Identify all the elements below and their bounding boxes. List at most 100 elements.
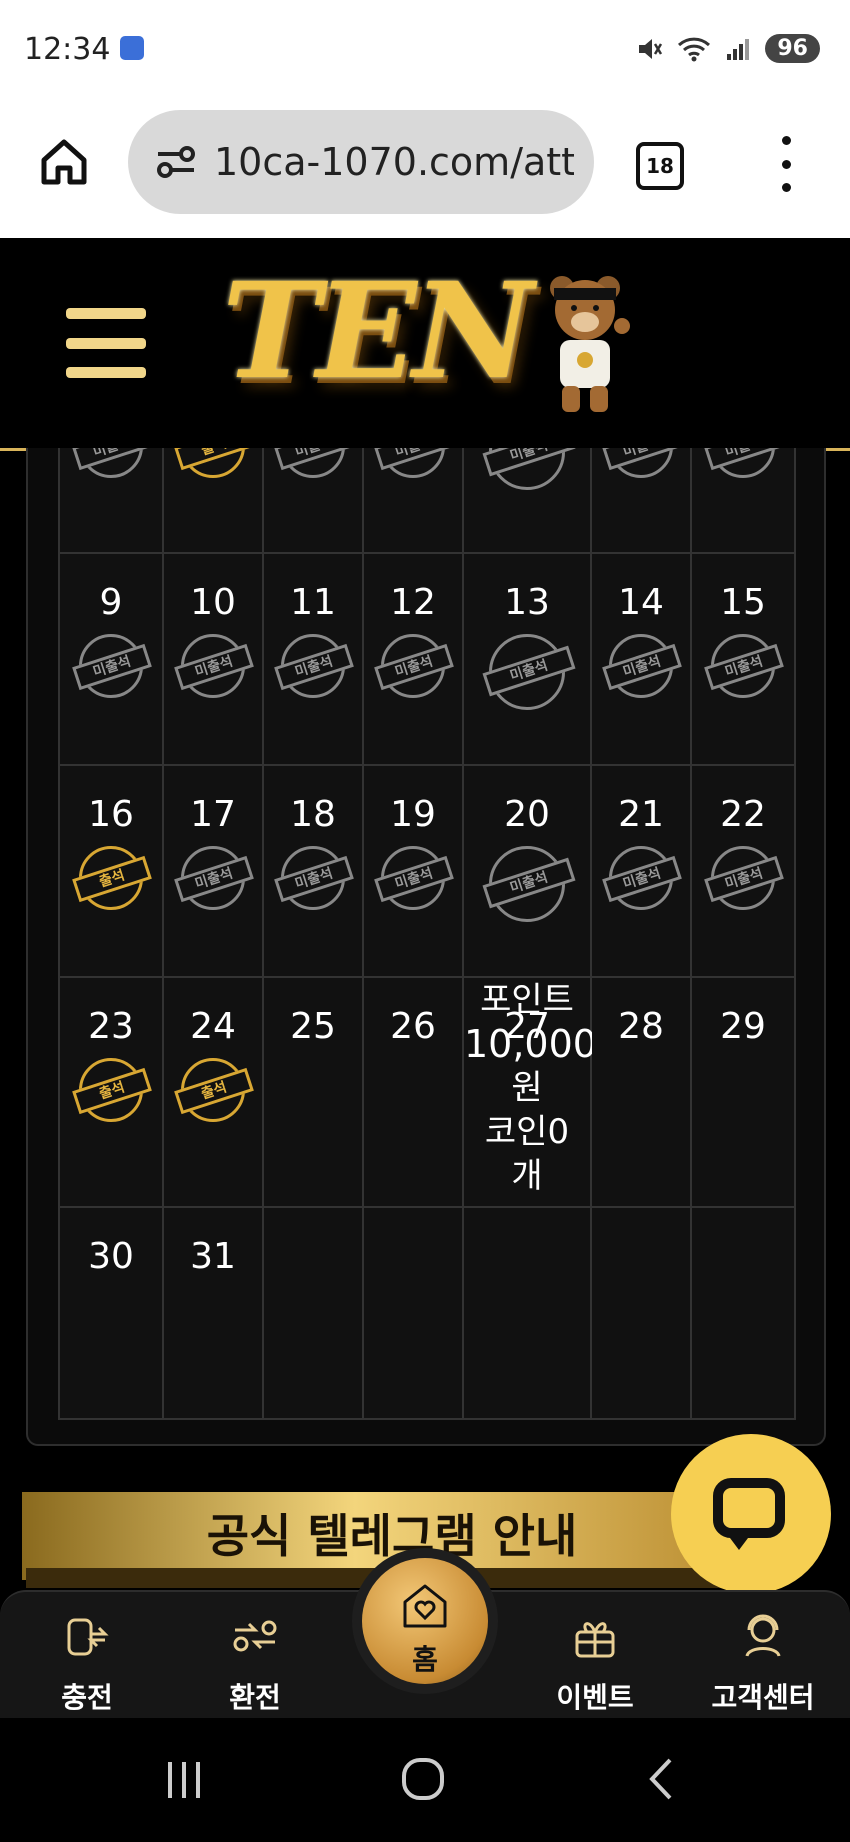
calendar-day-cell[interactable]: 14 미출석 (592, 554, 692, 766)
chat-button[interactable] (671, 1434, 831, 1594)
nav-deposit[interactable]: 충전 (12, 1592, 162, 1720)
day-number: 26 (390, 1006, 436, 1047)
day-number: 12 (390, 582, 436, 623)
calendar-day-cell: 미출석 (592, 448, 692, 554)
calendar-day-cell[interactable]: 22 미출석 (692, 766, 796, 978)
calendar-day-cell[interactable]: 21 미출석 (592, 766, 692, 978)
reward-line: 원 (511, 1068, 543, 1108)
tab-switcher-button[interactable]: 18 (636, 142, 684, 190)
site-settings-icon[interactable] (154, 142, 198, 182)
day-number: 24 (190, 1006, 236, 1047)
calendar-day-cell[interactable]: 28 (592, 978, 692, 1208)
stamp-label: 미출석 (602, 448, 682, 471)
site-logo[interactable]: TEN (222, 266, 533, 398)
withdraw-icon (233, 1620, 277, 1652)
stamp-label: 미출석 (704, 643, 784, 691)
absent-stamp-icon: 미출석 (72, 634, 152, 698)
day-number: 11 (290, 582, 336, 623)
calendar-day-cell[interactable]: 24 출석 (164, 978, 264, 1208)
calendar-day-cell: 미출석 (58, 448, 164, 554)
calendar-day-cell[interactable]: 9 미출석 (58, 554, 164, 766)
absent-stamp-icon: 미출석 (482, 846, 576, 922)
calendar-day-cell (364, 1208, 464, 1420)
calendar-day-cell[interactable]: 27 포인트 10,000 원 코인0 개 (464, 978, 597, 1208)
calendar-day-cell[interactable]: 10 미출석 (164, 554, 264, 766)
calendar-day-cell[interactable]: 18 미출석 (264, 766, 364, 978)
absent-stamp-icon: 미출석 (174, 634, 254, 698)
absent-stamp-icon: 미출석 (274, 448, 354, 478)
stamp-label: 미출석 (482, 448, 576, 477)
absent-stamp-icon: 미출석 (374, 448, 454, 478)
status-icons: 96 (635, 34, 820, 63)
day-number: 16 (88, 794, 134, 835)
chat-bubble-icon (713, 1478, 785, 1538)
calendar-day-cell[interactable]: 26 (364, 978, 464, 1208)
calendar-day-cell[interactable]: 29 (692, 978, 796, 1208)
gift-icon (575, 1622, 615, 1658)
stamp-label: 미출석 (602, 643, 682, 691)
calendar-day-cell: 미출석 (264, 448, 364, 554)
stamp-label: 미출석 (174, 643, 254, 691)
nav-event[interactable]: 이벤트 (520, 1592, 670, 1720)
day-number: 20 (504, 794, 550, 835)
calendar-day-cell: 미출석 (364, 448, 464, 554)
browser-menu-button[interactable] (774, 136, 798, 192)
absent-stamp-icon: 미출석 (602, 846, 682, 910)
calendar-day-cell[interactable]: 31 (164, 1208, 264, 1420)
calendar-day-cell[interactable]: 11 미출석 (264, 554, 364, 766)
day-number: 13 (504, 582, 550, 623)
day-number: 23 (88, 1006, 134, 1047)
calendar-day-cell[interactable]: 20 미출석 (464, 766, 592, 978)
calendar-day-cell[interactable]: 12 미출석 (364, 554, 464, 766)
home-nav-icon[interactable] (400, 1756, 446, 1802)
nav-label-deposit: 충전 (61, 1681, 113, 1714)
stamp-label: 출석 (174, 1067, 254, 1115)
stamp-label: 출석 (174, 448, 254, 471)
back-nav-icon[interactable] (644, 1756, 678, 1802)
calendar-day-cell[interactable]: 13 미출석 (464, 554, 592, 766)
calendar-day-cell[interactable]: 15 미출석 (692, 554, 796, 766)
hamburger-menu-icon[interactable] (66, 308, 146, 378)
stamp-label: 미출석 (274, 643, 354, 691)
calendar-grid: 미출석출석미출석미출석미출석미출석미출석9미출석10미출석11미출석12미출석1… (58, 448, 820, 1420)
calendar-day-cell[interactable]: 16 출석 (58, 766, 164, 978)
calendar-day-cell[interactable]: 25 (264, 978, 364, 1208)
calendar-day-cell (592, 1208, 692, 1420)
nav-label-event: 이벤트 (556, 1681, 634, 1714)
calendar-day-cell[interactable]: 17 미출석 (164, 766, 264, 978)
recent-apps-icon[interactable] (162, 1758, 206, 1802)
support-icon (745, 1614, 781, 1657)
calendar-day-cell: 출석 (164, 448, 264, 554)
calendar-day-cell[interactable]: 19 미출석 (364, 766, 464, 978)
absent-stamp-icon: 미출석 (374, 634, 454, 698)
absent-stamp-icon: 미출석 (482, 448, 576, 490)
absent-stamp-icon: 미출석 (602, 448, 682, 478)
home-icon[interactable] (38, 136, 90, 188)
nav-withdraw[interactable]: 환전 (180, 1592, 330, 1720)
mute-icon (639, 38, 663, 59)
browser-toolbar: 10ca-1070.com/att 18 (0, 100, 850, 239)
url-text[interactable]: 10ca-1070.com/att (214, 140, 574, 184)
calendar-week-row: 23 출석 24 출석 25 26 27 포인트 10,000 원 코인0 개 28 29 (58, 978, 820, 1208)
nav-home[interactable]: 홈 (352, 1548, 498, 1694)
calendar-day-cell[interactable]: 30 (58, 1208, 164, 1420)
nav-label-withdraw: 환전 (229, 1681, 281, 1714)
wifi-icon (678, 37, 711, 61)
nav-support[interactable]: 고객센터 (688, 1592, 838, 1720)
calendar-day-cell: 미출석 (692, 448, 796, 554)
absent-stamp-icon: 미출석 (274, 634, 354, 698)
stamp-label: 미출석 (274, 448, 354, 471)
status-bar: 12:34 96 (0, 0, 850, 100)
stamp-label: 미출석 (704, 855, 784, 903)
address-bar[interactable]: 10ca-1070.com/att (128, 110, 594, 214)
stamp-label: 출석 (72, 1067, 152, 1115)
home-heart-icon (403, 1584, 447, 1628)
calendar-day-cell (692, 1208, 796, 1420)
calendar-day-cell[interactable]: 23 출석 (58, 978, 164, 1208)
calendar-day-cell (264, 1208, 364, 1420)
absent-stamp-icon: 미출석 (704, 846, 784, 910)
attendance-calendar: 미출석출석미출석미출석미출석미출석미출석9미출석10미출석11미출석12미출석1… (26, 448, 826, 1446)
reward-line: 10,000 (464, 1022, 597, 1066)
calendar-day-cell: 미출석 (464, 448, 592, 554)
absent-stamp-icon: 미출석 (72, 448, 152, 478)
